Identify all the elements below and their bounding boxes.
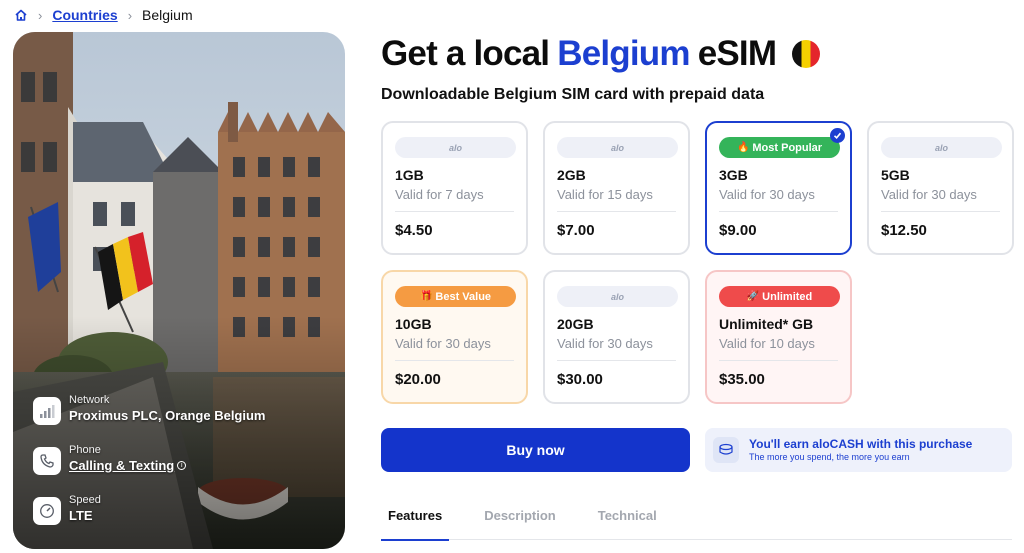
alo-logo: alo <box>557 286 678 307</box>
plan-badge-label: Unlimited <box>762 290 813 303</box>
alocash-subtitle: The more you spend, the more you earn <box>749 451 910 462</box>
check-icon <box>830 128 845 143</box>
alo-logo: alo <box>881 137 1002 158</box>
buy-now-button[interactable]: Buy now <box>381 428 690 472</box>
plan-validity: Valid for 30 days <box>557 336 653 351</box>
plan-data: 5GB <box>881 167 910 183</box>
phone-info: Phone Calling & Texting i <box>33 444 187 475</box>
info-icon[interactable]: i <box>177 461 187 471</box>
speed-label: Speed <box>69 494 101 506</box>
phone-icon <box>33 447 61 475</box>
plan-badge-label: Most Popular <box>752 141 823 154</box>
plan-card[interactable]: alo 1GB Valid for 7 days $4.50 <box>381 121 528 255</box>
divider <box>557 211 676 212</box>
title-suffix: eSIM <box>697 34 777 73</box>
plan-badge-label: Best Value <box>435 290 492 303</box>
page-subtitle: Downloadable Belgium SIM card with prepa… <box>381 86 765 103</box>
value-emoji-icon: 🎁 <box>419 291 433 302</box>
plan-card[interactable]: 🎁 Best Value 10GB Valid for 30 days $20.00 <box>381 270 528 404</box>
signal-icon <box>33 397 61 425</box>
plan-validity: Valid for 7 days <box>395 187 484 202</box>
title-prefix: Get a local <box>381 34 550 73</box>
plan-validity: Valid for 15 days <box>557 187 653 202</box>
plan-badge: 🚀 Unlimited <box>719 286 840 307</box>
plan-data: Unlimited* GB <box>719 316 814 332</box>
chevron-right-icon: › <box>38 7 43 23</box>
plan-price: $7.00 <box>557 222 595 239</box>
plan-price: $20.00 <box>395 371 441 388</box>
alo-logo: alo <box>557 137 678 158</box>
tab-technical[interactable]: Technical <box>591 500 664 540</box>
plan-price: $35.00 <box>719 371 765 388</box>
divider <box>395 360 514 361</box>
speedometer-icon <box>33 497 61 525</box>
alocash-title: You'll earn aloCASH with this purchase <box>749 436 973 451</box>
plan-badge: 🔥 Most Popular <box>719 137 840 158</box>
speed-info: Speed LTE <box>33 494 101 525</box>
plan-price: $9.00 <box>719 222 757 239</box>
divider <box>719 211 838 212</box>
divider <box>557 360 676 361</box>
plan-badge: 🎁 Best Value <box>395 286 516 307</box>
tab-features[interactable]: Features <box>381 500 450 541</box>
tab-description[interactable]: Description <box>477 500 563 540</box>
divider <box>719 360 838 361</box>
phone-label: Phone <box>69 444 101 456</box>
home-icon[interactable] <box>14 8 28 22</box>
plan-validity: Valid for 30 days <box>395 336 491 351</box>
divider <box>395 211 514 212</box>
unlimited-emoji-icon: 🚀 <box>746 291 760 302</box>
plan-data: 3GB <box>719 167 748 183</box>
plan-validity: Valid for 30 days <box>719 187 815 202</box>
plan-data: 10GB <box>395 316 432 332</box>
popular-emoji-icon: 🔥 <box>736 142 750 153</box>
title-country: Belgium <box>557 34 690 73</box>
plan-validity: Valid for 30 days <box>881 187 977 202</box>
plan-validity: Valid for 10 days <box>719 336 815 351</box>
network-value: Proximus PLC, Orange Belgium <box>69 408 266 423</box>
plan-card[interactable]: alo 2GB Valid for 15 days $7.00 <box>543 121 690 255</box>
breadcrumb: › Countries › Belgium <box>14 6 193 24</box>
network-label: Network <box>69 394 110 406</box>
plan-price: $4.50 <box>395 222 433 239</box>
chevron-right-icon: › <box>127 7 133 23</box>
alocash-banner: You'll earn aloCASH with this purchase T… <box>705 428 1012 472</box>
phone-value-link[interactable]: Calling & Texting <box>69 458 174 473</box>
plan-data: 1GB <box>395 167 424 183</box>
plan-card[interactable]: 🚀 Unlimited Unlimited* GB Valid for 10 days… <box>705 270 852 404</box>
page-title: Get a local Belgium eSIM <box>381 34 821 74</box>
breadcrumb-current: Belgium <box>142 7 193 23</box>
breadcrumb-link-countries[interactable]: Countries <box>52 7 117 23</box>
plan-data: 2GB <box>557 167 586 183</box>
alo-logo: alo <box>395 137 516 158</box>
plan-price: $30.00 <box>557 371 603 388</box>
belgium-flag-icon <box>792 40 821 68</box>
hero-image: Network Proximus PLC, Orange Belgium Pho… <box>13 32 345 549</box>
coins-icon <box>713 437 739 463</box>
plan-data: 20GB <box>557 316 594 332</box>
network-info: Network Proximus PLC, Orange Belgium <box>33 394 266 425</box>
plan-card[interactable]: alo 20GB Valid for 30 days $30.00 <box>543 270 690 404</box>
divider <box>881 211 1000 212</box>
plan-card[interactable]: alo 5GB Valid for 30 days $12.50 <box>867 121 1014 255</box>
plan-card[interactable]: 🔥 Most Popular 3GB Valid for 30 days $9.00 <box>705 121 852 255</box>
tab-bar: Features Description Technical <box>381 500 1012 541</box>
plan-price: $12.50 <box>881 222 927 239</box>
speed-value: LTE <box>69 508 93 523</box>
